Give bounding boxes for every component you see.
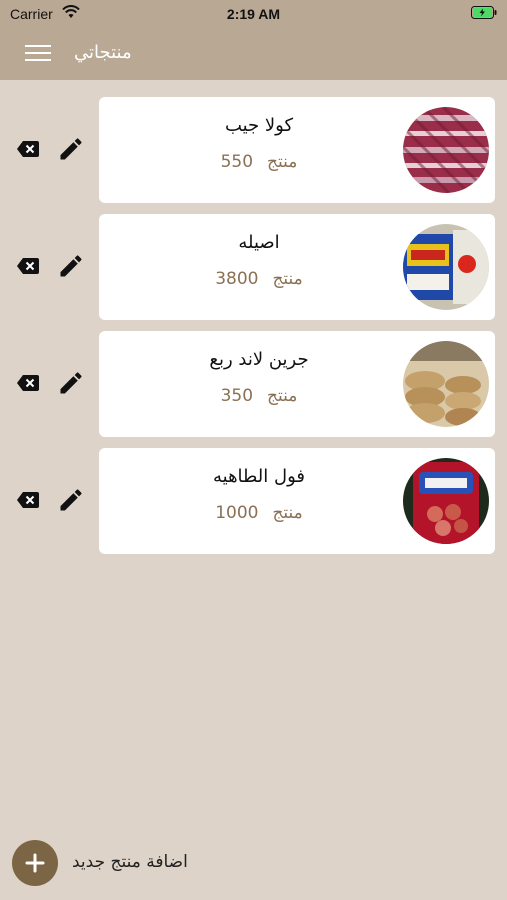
quantity-value: 550	[220, 152, 254, 172]
product-quantity: منتج 550	[99, 152, 419, 172]
product-card[interactable]: فول الطاهيه منتج 1000	[99, 448, 495, 554]
product-name: فول الطاهيه	[212, 466, 305, 487]
hamburger-menu-icon[interactable]	[25, 41, 53, 65]
delete-backspace-icon[interactable]	[16, 257, 40, 275]
delete-backspace-icon[interactable]	[16, 140, 40, 158]
product-card[interactable]: جرين لاند ربع منتج 350	[99, 331, 495, 437]
product-name: اصيله	[238, 232, 280, 253]
add-product-label[interactable]: اضافة منتج جديد	[72, 852, 188, 872]
product-image	[403, 458, 489, 544]
product-card[interactable]: اصيله منتج 3800	[99, 214, 495, 320]
edit-pencil-icon[interactable]	[57, 252, 85, 280]
product-quantity: منتج 350	[99, 386, 419, 406]
quantity-unit: منتج	[267, 386, 298, 406]
product-row: اصيله منتج 3800	[0, 214, 507, 320]
edit-pencil-icon[interactable]	[57, 486, 85, 514]
product-list: كولا جيب منتج 550 اصيله منتج3800 جرين لان…	[0, 97, 507, 565]
battery-charging-icon	[471, 6, 497, 19]
product-card[interactable]: كولا جيب منتج 550	[99, 97, 495, 203]
plus-icon	[25, 853, 45, 873]
quantity-value: 3800	[215, 269, 259, 289]
product-image	[403, 107, 489, 193]
product-row: جرين لاند ربع منتج 350	[0, 331, 507, 437]
quantity-value: 1000	[215, 503, 259, 523]
product-row: فول الطاهيه منتج 1000	[0, 448, 507, 554]
delete-backspace-icon[interactable]	[16, 491, 40, 509]
product-name: جرين لاند ربع	[209, 349, 309, 370]
page-title: منتجاتي	[74, 42, 132, 63]
product-image	[403, 341, 489, 427]
product-image	[403, 224, 489, 310]
edit-pencil-icon[interactable]	[57, 135, 85, 163]
nav-bar: منتجاتي	[0, 28, 507, 80]
product-quantity: منتج 1000	[99, 503, 419, 523]
delete-backspace-icon[interactable]	[16, 374, 40, 392]
product-quantity: منتج 3800	[99, 269, 419, 289]
quantity-value: 350	[220, 386, 254, 406]
quantity-unit: منتج	[272, 269, 303, 289]
product-name: كولا جيب	[224, 115, 294, 136]
quantity-unit: منتج	[267, 152, 298, 172]
add-product-button[interactable]	[12, 840, 58, 886]
status-time: 2:19 AM	[226, 6, 281, 22]
product-row: كولا جيب منتج 550	[0, 97, 507, 203]
edit-pencil-icon[interactable]	[57, 369, 85, 397]
status-bar: Carrier 2:19 AM	[0, 0, 507, 28]
quantity-unit: منتج	[272, 503, 303, 523]
